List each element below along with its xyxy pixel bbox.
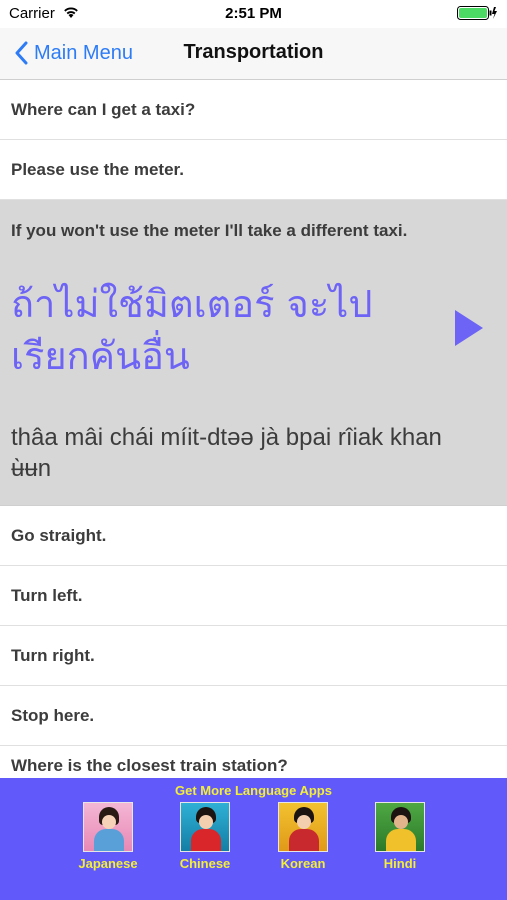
phrase-row[interactable]: Stop here. — [0, 686, 507, 746]
app-hindi[interactable]: Hindi — [360, 802, 440, 871]
phrase-romanization: thâa mâi chái míit-dtəə jà bpai rîiak kh… — [11, 424, 442, 482]
app-label: Hindi — [383, 856, 417, 871]
more-apps-banner: Get More Language Apps Japanese Chinese … — [0, 778, 507, 900]
japanese-app-icon — [83, 802, 133, 852]
app-label: Chinese — [179, 856, 231, 871]
hindi-app-icon — [375, 802, 425, 852]
phrase-row[interactable]: Where is the closest train station? — [0, 746, 507, 776]
status-time: 2:51 PM — [225, 5, 282, 22]
phrase-text: Where can I get a taxi? — [11, 99, 196, 119]
navigation-bar: Main Menu Transportation — [0, 28, 507, 80]
phrase-row[interactable]: Please use the meter. — [0, 140, 507, 200]
battery-icon — [457, 6, 497, 20]
phrase-text: Where is the closest train station? — [11, 756, 288, 775]
korean-app-icon — [278, 802, 328, 852]
app-label: Japanese — [78, 856, 138, 871]
phrase-row[interactable]: Go straight. — [0, 506, 507, 566]
banner-title[interactable]: Get More Language Apps — [0, 783, 507, 798]
phrase-thai: ถ้าไม่ใช้มิตเตอร์ จะไปเรียกคันอื่น — [11, 282, 373, 378]
app-japanese[interactable]: Japanese — [68, 802, 148, 871]
expanded-phrase-row[interactable]: If you won't use the meter I'll take a d… — [0, 200, 507, 506]
phrase-row[interactable]: Where can I get a taxi? — [0, 80, 507, 140]
phrase-text: Turn right. — [11, 645, 95, 665]
phrase-text: Go straight. — [11, 525, 107, 545]
phrase-english: If you won't use the meter I'll take a d… — [11, 221, 408, 240]
app-label: Korean — [280, 856, 326, 871]
status-bar: Carrier 2:51 PM — [0, 0, 507, 28]
phrase-text: Please use the meter. — [11, 159, 184, 179]
chinese-app-icon — [180, 802, 230, 852]
play-icon[interactable] — [453, 308, 485, 348]
app-chinese[interactable]: Chinese — [165, 802, 245, 871]
page-title: Transportation — [183, 41, 324, 63]
phrase-row[interactable]: Turn right. — [0, 626, 507, 686]
phrase-text: Turn left. — [11, 585, 83, 605]
app-korean[interactable]: Korean — [263, 802, 343, 871]
phrase-row[interactable]: Turn left. — [0, 566, 507, 626]
phrase-text: Stop here. — [11, 705, 95, 725]
phrase-list[interactable]: Where can I get a taxi? Please use the m… — [0, 80, 507, 778]
